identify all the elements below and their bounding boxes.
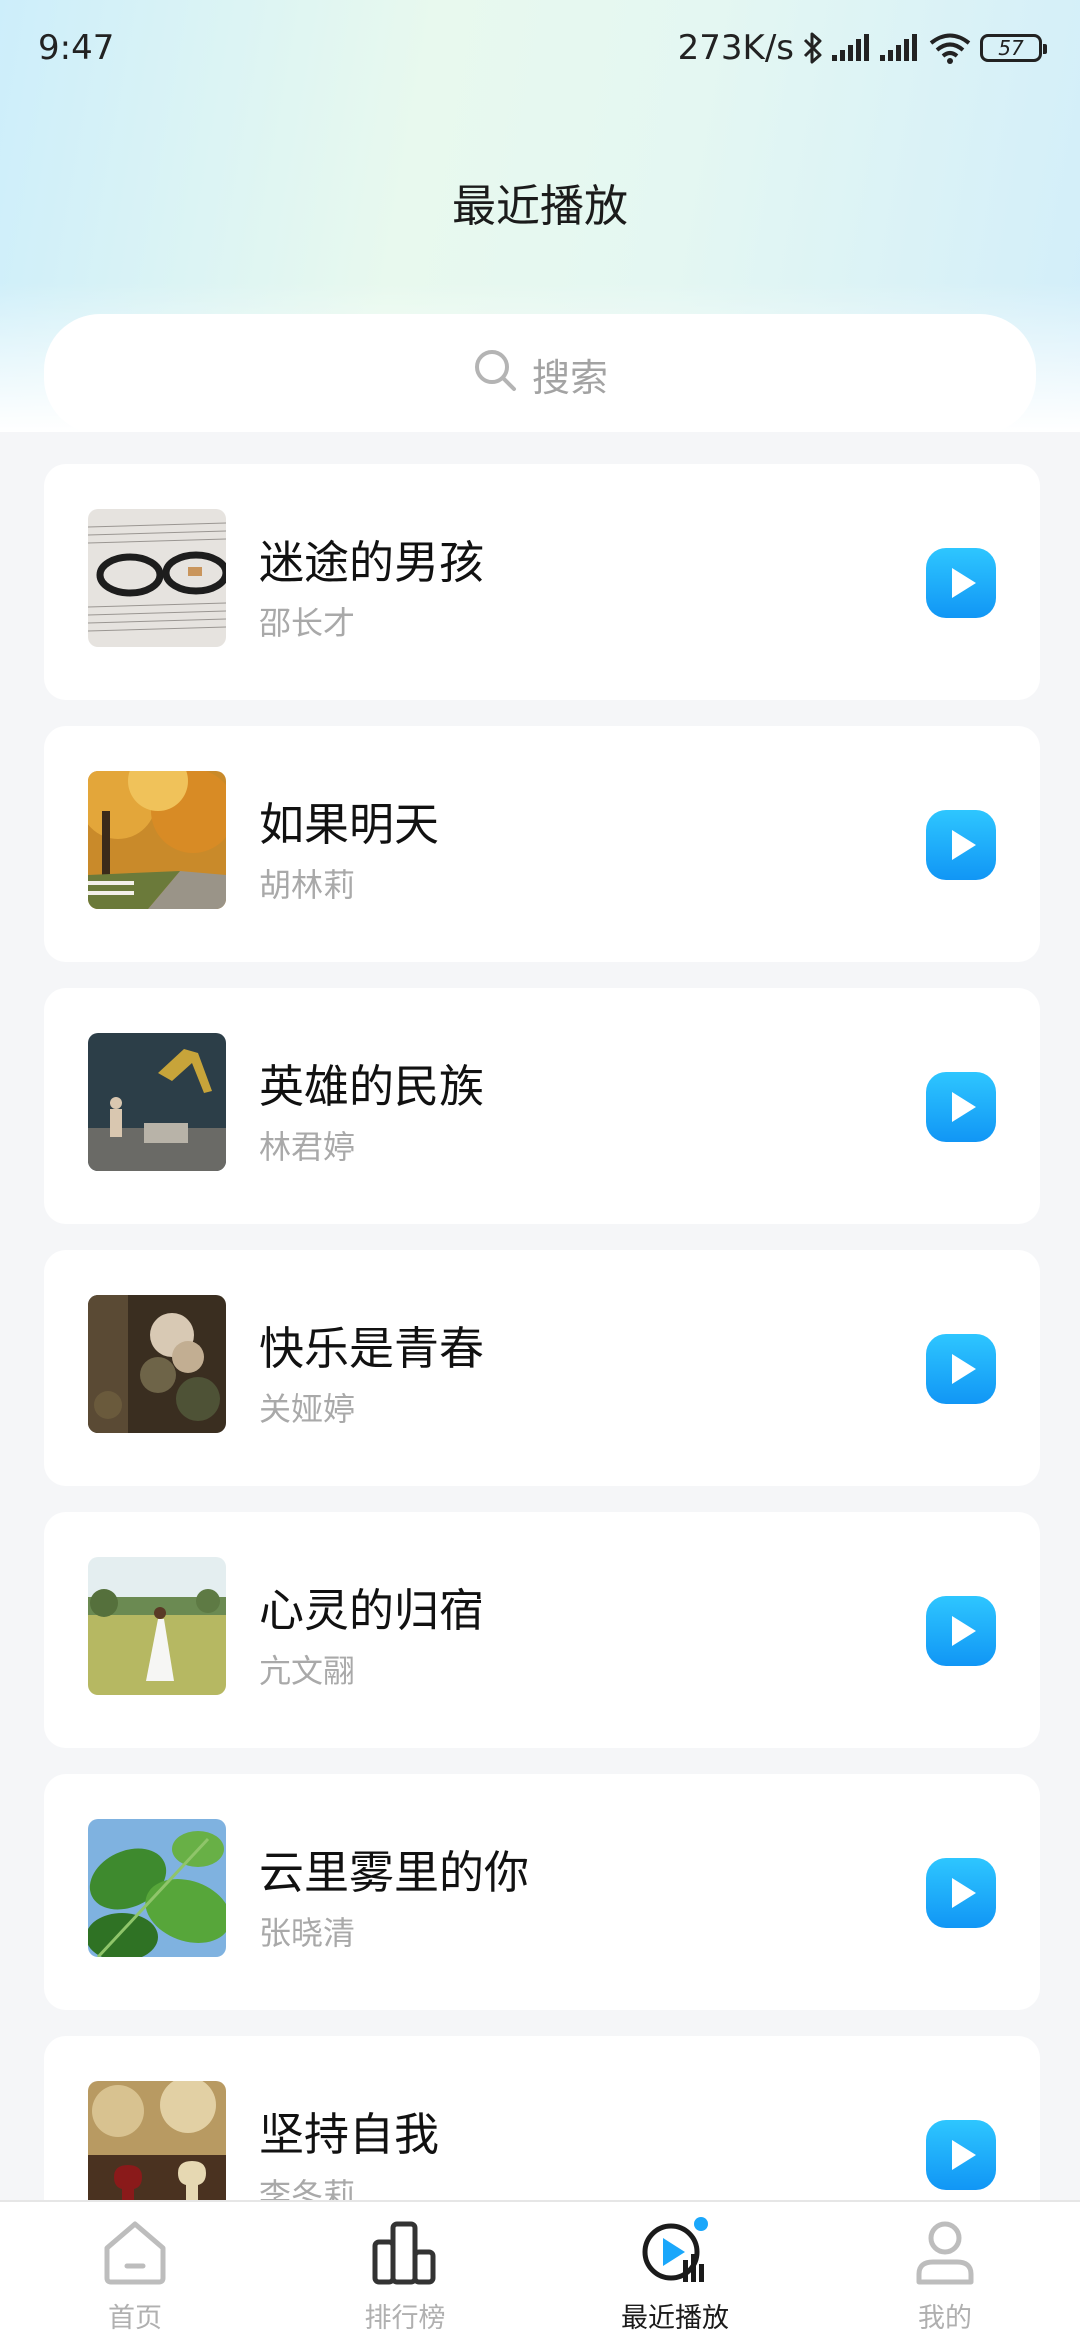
song-item[interactable]: 坚持自我 李冬莉 <box>44 2036 1040 2200</box>
song-title: 云里雾里的你 <box>259 1846 530 1899</box>
tab-profile[interactable]: 我的 <box>810 2202 1080 2340</box>
song-artist: 李冬莉 <box>259 2176 356 2200</box>
play-icon <box>952 2140 976 2170</box>
play-button[interactable] <box>926 1072 996 1142</box>
tab-ranking[interactable]: 排行榜 <box>270 2202 540 2340</box>
play-icon <box>952 1616 976 1646</box>
album-cover <box>88 509 226 647</box>
song-title: 如果明天 <box>259 798 440 851</box>
play-icon <box>952 1878 976 1908</box>
battery-level: 57 <box>998 36 1024 60</box>
song-item[interactable]: 迷途的男孩 邵长才 <box>44 464 1040 700</box>
song-artist: 林君婷 <box>259 1128 356 1166</box>
tab-recent-play[interactable]: 最近播放 <box>540 2202 810 2340</box>
song-item[interactable]: 云里雾里的你 张晓清 <box>44 1774 1040 2010</box>
tab-label: 排行榜 <box>364 2303 446 2334</box>
song-list: 迷途的男孩 邵长才 如果明天 胡林莉 英雄的民族 林君婷 快乐是青春 关娅婷 心… <box>0 432 1080 2200</box>
album-cover <box>88 1819 226 1957</box>
album-cover <box>88 2081 226 2200</box>
signal-icon <box>880 33 920 63</box>
search-input[interactable]: 搜索 <box>44 314 1036 434</box>
play-icon <box>952 830 976 860</box>
album-cover <box>88 771 226 909</box>
song-artist: 张晓清 <box>259 1914 356 1952</box>
song-item[interactable]: 心灵的归宿 亢文翮 <box>44 1512 1040 1748</box>
play-button[interactable] <box>926 810 996 880</box>
song-title: 迷途的男孩 <box>259 536 485 589</box>
play-icon <box>952 1092 976 1122</box>
signal-icon <box>832 33 872 63</box>
home-icon <box>99 2216 171 2288</box>
play-button[interactable] <box>926 1596 996 1666</box>
page-title: 最近播放 <box>452 181 628 232</box>
play-button[interactable] <box>926 1334 996 1404</box>
tab-label: 首页 <box>108 2303 162 2334</box>
song-artist: 胡林莉 <box>259 866 356 904</box>
recent-play-icon <box>639 2216 711 2288</box>
song-artist: 亢文翮 <box>259 1652 356 1690</box>
bluetooth-icon <box>802 31 824 65</box>
song-item[interactable]: 英雄的民族 林君婷 <box>44 988 1040 1224</box>
song-artist: 邵长才 <box>259 604 356 642</box>
network-speed: 273K/s <box>677 28 794 68</box>
wifi-icon <box>928 32 972 64</box>
tab-label: 我的 <box>918 2303 972 2334</box>
status-time: 9:47 <box>38 28 115 68</box>
album-cover <box>88 1557 226 1695</box>
play-button[interactable] <box>926 2120 996 2190</box>
song-title: 英雄的民族 <box>259 1060 485 1113</box>
profile-icon <box>909 2216 981 2288</box>
bottom-tab-bar: 首页 排行榜 最近播放 我的 <box>0 2200 1080 2340</box>
search-icon <box>472 347 518 402</box>
song-artist: 关娅婷 <box>259 1390 356 1428</box>
song-title: 快乐是青春 <box>259 1322 485 1375</box>
battery-icon: 57 <box>980 34 1047 62</box>
tab-home[interactable]: 首页 <box>0 2202 270 2340</box>
album-cover <box>88 1295 226 1433</box>
ranking-icon <box>369 2216 441 2288</box>
album-cover <box>88 1033 226 1171</box>
song-item[interactable]: 快乐是青春 关娅婷 <box>44 1250 1040 1486</box>
play-button[interactable] <box>926 548 996 618</box>
status-indicators: 273K/s 57 <box>677 28 1047 68</box>
tab-label: 最近播放 <box>621 2303 729 2334</box>
status-bar: 9:47 273K/s 57 <box>0 0 1080 96</box>
play-icon <box>952 1354 976 1384</box>
song-title: 心灵的归宿 <box>259 1584 485 1637</box>
play-icon <box>952 568 976 598</box>
play-button[interactable] <box>926 1858 996 1928</box>
song-item[interactable]: 如果明天 胡林莉 <box>44 726 1040 962</box>
song-title: 坚持自我 <box>259 2108 440 2161</box>
search-placeholder: 搜索 <box>531 355 608 400</box>
